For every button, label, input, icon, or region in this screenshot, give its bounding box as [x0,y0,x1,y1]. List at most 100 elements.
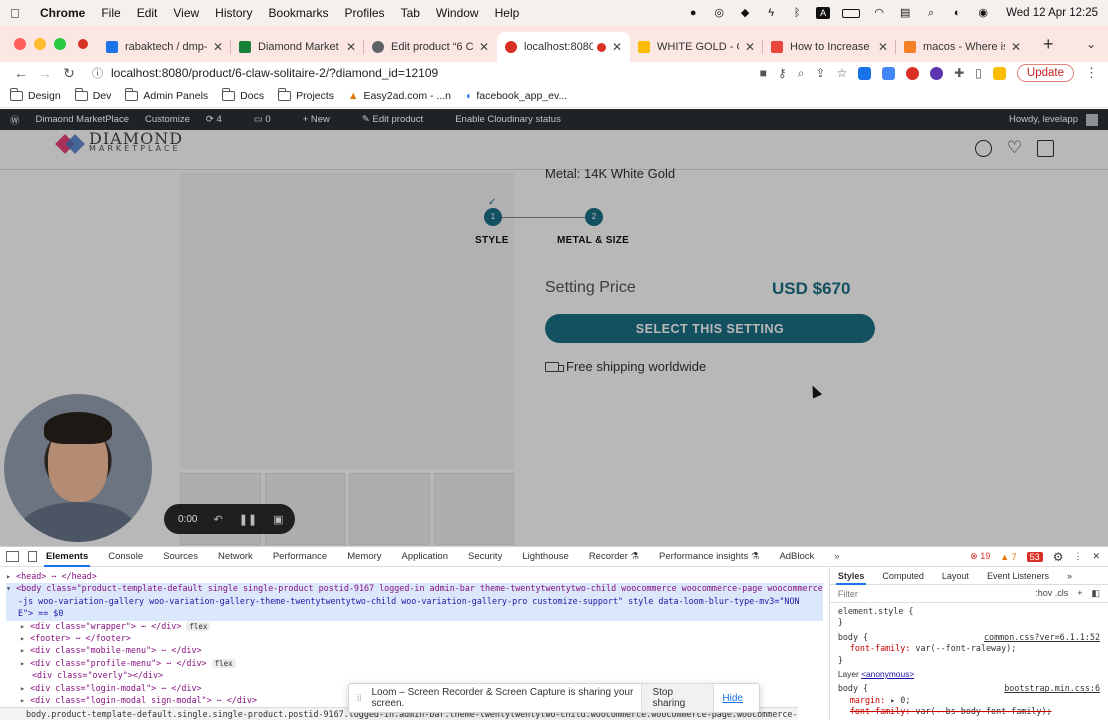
loom-delete-icon[interactable]: ▣ [273,513,283,526]
rule-declaration[interactable]: margin: ▸ 0; [838,695,1100,706]
devtools-settings-gear-icon[interactable]: ⚙ [1053,550,1064,564]
wp-admin-edit-product[interactable]: ✎ Edit product [362,114,439,125]
back-arrow-icon[interactable]: ← [10,65,32,81]
loom-restart-icon[interactable]: ↶ [213,513,222,526]
close-window-button[interactable] [14,38,26,50]
new-tab-button[interactable]: + [1043,34,1054,55]
menu-view[interactable]: View [173,6,199,20]
tab-performance[interactable]: Performance [273,551,327,562]
update-chrome-button[interactable]: Update [1016,64,1074,82]
wordpress-logo-icon[interactable]: Ⓦ [10,113,20,127]
tab-sheets[interactable]: Diamond Market Pla ✕ [231,32,364,62]
tab-console[interactable]: Console [108,551,143,562]
dom-node[interactable]: ▸ <head> ⋯ </head> [6,571,823,583]
tab-search-chevron-icon[interactable]: ⌄ [1086,37,1096,51]
dom-node[interactable]: ▸ <footer> ⋯ </footer> [6,633,823,645]
devtools-menu-icon[interactable]: ⋮ [1073,551,1082,562]
wp-admin-new[interactable]: + New [303,114,346,125]
extension-adblock-icon[interactable] [906,66,920,80]
wp-admin-comments[interactable]: ▭ 0 [254,114,287,125]
tab-how-to-increase[interactable]: How to Increase the ✕ [763,32,896,62]
bookmark-folder-admin-panels[interactable]: Admin Panels [125,87,208,102]
tab-styles[interactable]: Styles [835,571,866,585]
tab-lighthouse[interactable]: Lighthouse [522,551,568,562]
close-tab-icon[interactable]: ✕ [745,40,755,54]
key-icon[interactable]: ⚷ [778,66,787,80]
hov-cls-toggles[interactable]: :hov .cls [1035,588,1068,599]
profile-avatar-icon[interactable] [992,66,1006,80]
menu-file[interactable]: File [101,6,120,20]
wp-admin-site-name[interactable]: Dimaond MarketPlace [36,114,129,125]
dom-node[interactable]: ▸ <div class="mobile-menu"> ⋯ </div> [6,645,823,657]
dom-node-selected-cont[interactable]: E"> == $0 [6,608,823,621]
extension-gear-icon[interactable] [930,66,944,80]
forward-arrow-icon[interactable]: → [34,65,56,81]
menu-tab[interactable]: Tab [401,6,420,20]
hide-banner-link[interactable]: Hide [722,693,743,704]
extension-k-icon[interactable] [858,66,872,80]
menu-profiles[interactable]: Profiles [345,6,385,20]
close-tab-icon[interactable]: ✕ [479,40,489,54]
inspect-element-icon[interactable] [6,551,19,562]
extension-translate-icon[interactable] [882,66,896,80]
warning-count[interactable]: ▲ 7 [1000,552,1016,562]
bookmark-easy2ad[interactable]: ▲ Easy2ad.com - ...n [348,90,451,102]
flex-badge[interactable]: flex [186,621,211,631]
wp-admin-avatar[interactable] [1086,113,1098,126]
menubar-clock[interactable]: Wed 12 Apr 12:25 [1006,7,1098,19]
address-bar-url[interactable]: localhost:8080/product/6-claw-solitaire-… [111,66,438,80]
bookmark-facebook-app[interactable]: ◖ facebook_app_ev... [465,90,567,102]
tab-edit-product[interactable]: Edit product “6 Claw ✕ [364,32,497,62]
loom-pause-icon[interactable]: ❚❚ [239,513,257,526]
rule-declaration[interactable]: font-family: var(--font-raleway); [838,643,1100,654]
bookmark-folder-projects[interactable]: Projects [278,87,334,102]
more-panes-chevron-icon[interactable]: » [1067,571,1072,581]
microphone-icon[interactable]: ● [686,7,700,19]
menu-bookmarks[interactable]: Bookmarks [269,6,329,20]
close-tab-icon[interactable]: ✕ [346,40,356,54]
site-info-icon[interactable]: ⓘ [92,65,103,81]
menu-app-name[interactable]: Chrome [40,6,85,20]
rule-source-link[interactable]: common.css?ver=6.1.1:52 [984,632,1100,643]
issues-count[interactable]: 53 [1026,551,1043,562]
tab-event-listeners[interactable]: Event Listeners [987,571,1049,581]
extensions-puzzle-icon[interactable]: ✚ [954,66,964,80]
loom-webcam-bubble[interactable] [4,394,152,542]
rule-source-link[interactable]: bootstrap.min.css:6 [1004,683,1100,694]
menu-window[interactable]: Window [436,6,479,20]
address-bar[interactable]: ⓘ localhost:8080/product/6-claw-solitair… [82,63,742,83]
menu-history[interactable]: History [215,6,252,20]
stop-sharing-button[interactable]: Stop sharing [641,683,715,713]
toggle-icon[interactable]: ◐ [950,7,964,19]
siri-icon[interactable]: ◉ [976,7,990,19]
more-tabs-chevron-icon[interactable]: » [834,551,839,562]
new-rule-plus-icon[interactable]: + [1077,588,1082,599]
tab-elements[interactable]: Elements [43,551,91,567]
wp-admin-updates[interactable]: ⟳ 4 [206,114,238,125]
tab-sources[interactable]: Sources [163,551,198,562]
menu-help[interactable]: Help [495,6,520,20]
bookmark-folder-dev[interactable]: Dev [74,87,111,102]
side-panel-icon[interactable]: ▯ [975,66,982,80]
bookmark-star-icon[interactable]: ☆ [836,66,847,80]
tab-adblock[interactable]: AdBlock [779,551,814,562]
tab-application[interactable]: Application [402,551,448,562]
share-icon[interactable]: ⇪ [815,66,825,80]
close-tab-icon[interactable]: ✕ [878,40,888,54]
flex-badge[interactable]: flex [211,658,236,668]
bookmark-folder-docs[interactable]: Docs [222,87,264,102]
close-tab-icon[interactable]: ✕ [213,40,223,54]
reload-icon[interactable]: ↻ [58,65,80,82]
control-center-icon[interactable]: ▤ [898,7,912,19]
wp-admin-cloudinary[interactable]: Enable Cloudinary status [455,114,561,125]
drag-handle-icon[interactable]: ⦙⦙ [357,693,361,704]
dom-node[interactable]: ▸ <div class="profile-menu"> ⋯ </div> fl… [6,658,823,670]
close-devtools-icon[interactable]: ✕ [1092,551,1100,562]
bolt-icon[interactable]: ϟ [764,7,778,19]
tab-performance-insights[interactable]: Performance insights ⚗ [659,551,759,562]
close-tab-icon[interactable]: ✕ [1011,40,1021,54]
tab-stackexchange[interactable]: macos - Where is Pl ✕ [896,32,1029,62]
tab-github[interactable]: rabaktech / dmp-cli ✕ [98,32,231,62]
tab-layout[interactable]: Layout [942,571,969,581]
rule-selector[interactable]: body { [838,683,868,693]
